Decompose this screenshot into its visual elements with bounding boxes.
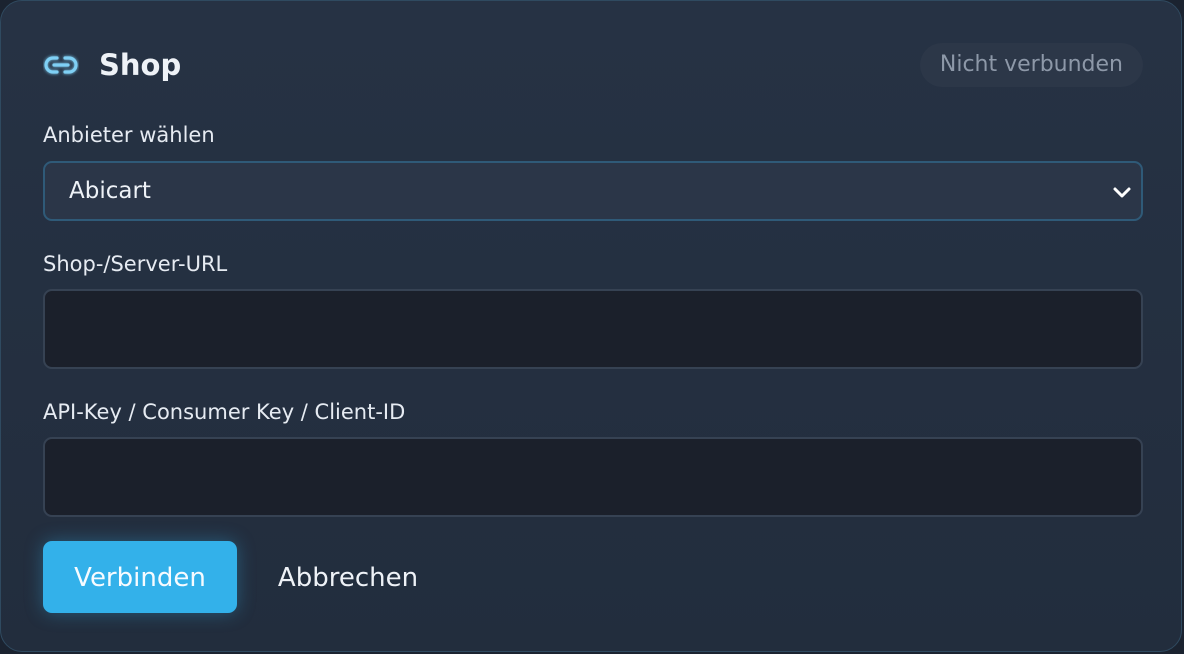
panel-title: Shop xyxy=(99,48,182,82)
connect-button[interactable]: Verbinden xyxy=(43,541,237,613)
shop-connection-panel: Shop Nicht verbunden Anbieter wählen Abi… xyxy=(0,0,1182,652)
url-input[interactable] xyxy=(43,289,1143,369)
provider-label: Anbieter wählen xyxy=(43,123,215,147)
cancel-button[interactable]: Abbrechen xyxy=(253,541,443,613)
api-key-label: API-Key / Consumer Key / Client-ID xyxy=(43,400,406,424)
url-label: Shop-/Server-URL xyxy=(43,252,228,276)
provider-select[interactable]: Abicart xyxy=(43,161,1143,221)
provider-selected-value: Abicart xyxy=(69,178,151,204)
chevron-down-icon xyxy=(1111,181,1133,203)
api-key-input[interactable] xyxy=(43,437,1143,517)
connection-status-badge: Nicht verbunden xyxy=(919,43,1143,87)
panel-header: Shop Nicht verbunden xyxy=(43,43,1143,87)
link-icon xyxy=(43,51,79,79)
